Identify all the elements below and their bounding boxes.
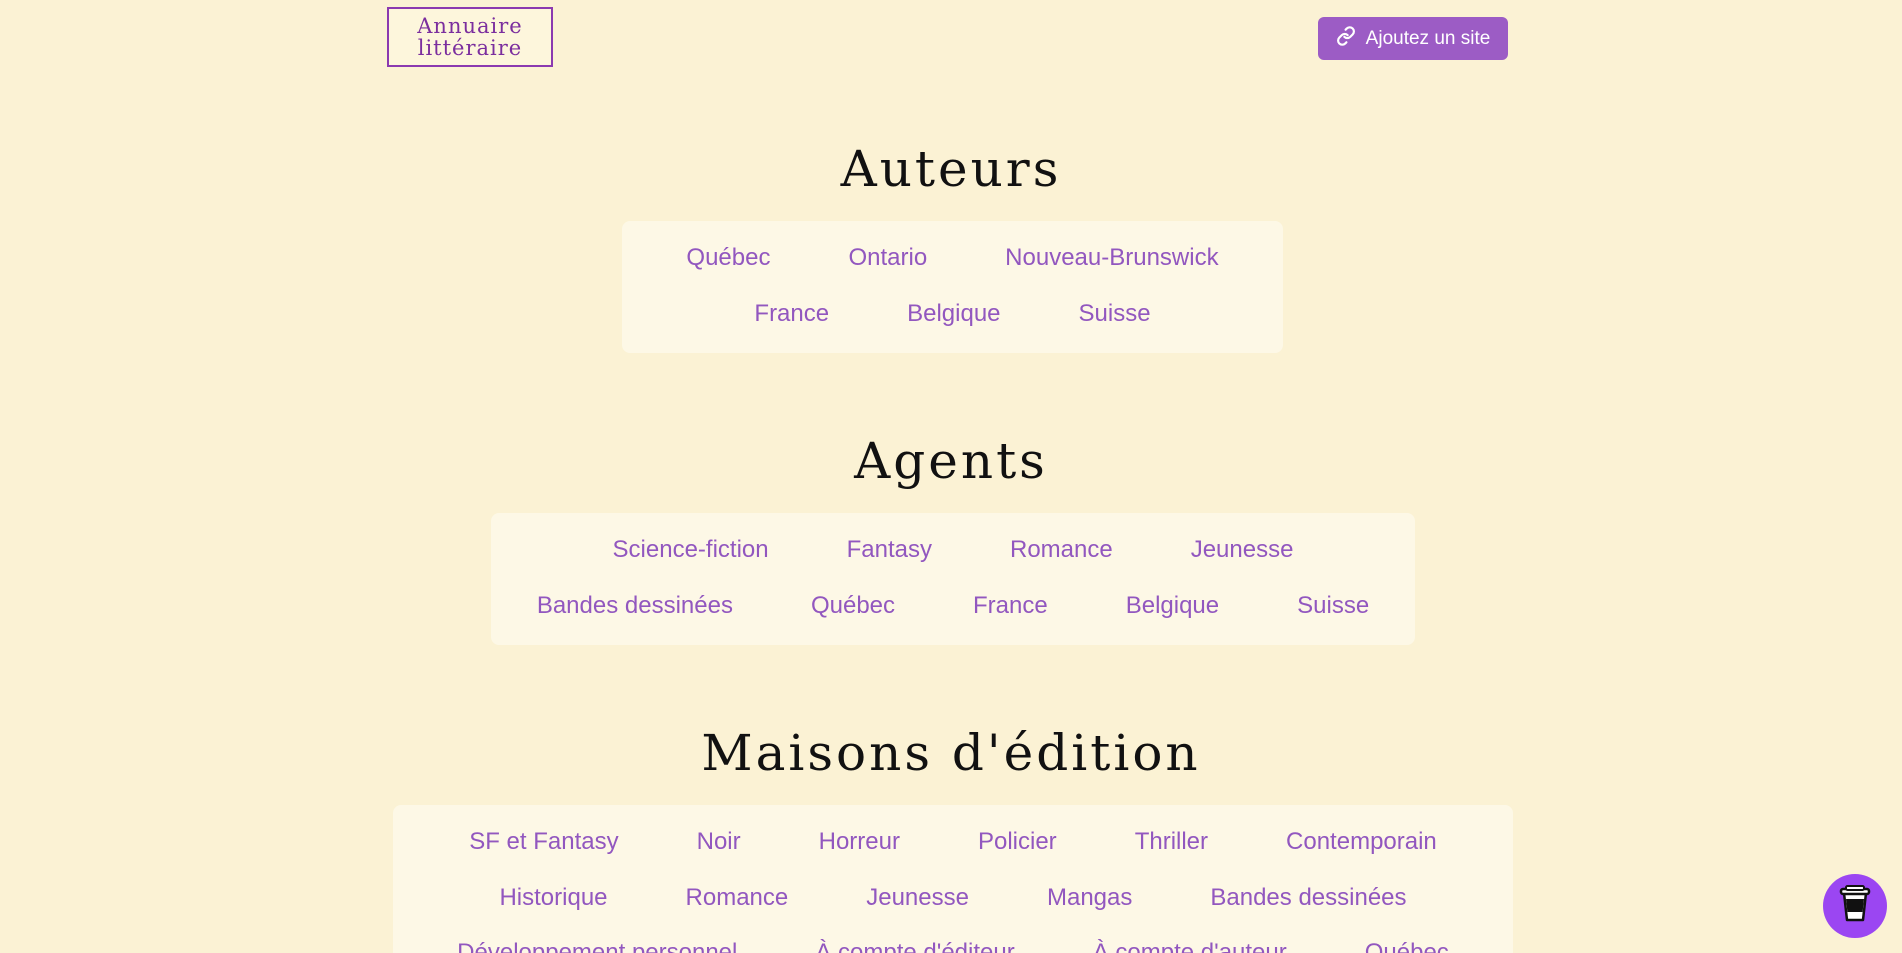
maisons-link-developpement-personnel[interactable]: Développement personnel xyxy=(457,939,737,953)
agents-row-1: Science-fiction Fantasy Romance Jeunesse xyxy=(491,536,1415,564)
maisons-link-quebec[interactable]: Québec xyxy=(1365,939,1449,953)
add-site-button[interactable]: Ajoutez un site xyxy=(1318,17,1508,60)
maisons-links-box: SF et Fantasy Noir Horreur Policier Thri… xyxy=(393,805,1513,953)
section-title-maisons: Maisons d'édition xyxy=(701,724,1201,782)
auteurs-link-nouveau-brunswick[interactable]: Nouveau-Brunswick xyxy=(1005,244,1218,272)
maisons-link-thriller[interactable]: Thriller xyxy=(1135,828,1208,856)
agents-link-fantasy[interactable]: Fantasy xyxy=(847,536,932,564)
auteurs-link-ontario[interactable]: Ontario xyxy=(848,244,927,272)
maisons-link-jeunesse[interactable]: Jeunesse xyxy=(866,884,969,912)
auteurs-row-2: France Belgique Suisse xyxy=(622,300,1283,328)
buy-me-a-coffee-button[interactable] xyxy=(1823,874,1887,938)
agents-link-suisse[interactable]: Suisse xyxy=(1297,592,1369,620)
maisons-link-compte-auteur[interactable]: À compte d'auteur xyxy=(1093,939,1287,953)
maisons-link-compte-editeur[interactable]: À compte d'éditeur xyxy=(815,939,1014,953)
maisons-link-noir[interactable]: Noir xyxy=(697,828,741,856)
auteurs-row-1: Québec Ontario Nouveau-Brunswick xyxy=(622,244,1283,272)
maisons-link-contemporain[interactable]: Contemporain xyxy=(1286,828,1437,856)
maisons-link-historique[interactable]: Historique xyxy=(499,884,607,912)
maisons-link-sf-fantasy[interactable]: SF et Fantasy xyxy=(469,828,618,856)
agents-link-science-fiction[interactable]: Science-fiction xyxy=(613,536,769,564)
agents-link-romance[interactable]: Romance xyxy=(1010,536,1113,564)
logo-line-2: littéraire xyxy=(417,36,523,60)
auteurs-link-suisse[interactable]: Suisse xyxy=(1079,300,1151,328)
agents-link-bandes-dessinees[interactable]: Bandes dessinées xyxy=(537,592,733,620)
maisons-link-mangas[interactable]: Mangas xyxy=(1047,884,1132,912)
link-icon xyxy=(1336,25,1356,52)
auteurs-links-box: Québec Ontario Nouveau-Brunswick France … xyxy=(622,221,1283,353)
maisons-row-2: Historique Romance Jeunesse Mangas Bande… xyxy=(393,884,1513,912)
section-title-auteurs: Auteurs xyxy=(840,140,1062,198)
maisons-link-policier[interactable]: Policier xyxy=(978,828,1057,856)
maisons-link-romance[interactable]: Romance xyxy=(686,884,789,912)
agents-link-quebec[interactable]: Québec xyxy=(811,592,895,620)
auteurs-link-france[interactable]: France xyxy=(754,300,829,328)
logo-line-1: Annuaire xyxy=(417,14,523,38)
section-title-agents: Agents xyxy=(854,432,1048,490)
maisons-row-3: Développement personnel À compte d'édite… xyxy=(393,939,1513,953)
maisons-row-1: SF et Fantasy Noir Horreur Policier Thri… xyxy=(393,828,1513,856)
site-logo[interactable]: Annuaire littéraire xyxy=(387,7,553,67)
maisons-link-horreur[interactable]: Horreur xyxy=(819,828,900,856)
agents-link-belgique[interactable]: Belgique xyxy=(1126,592,1219,620)
auteurs-link-quebec[interactable]: Québec xyxy=(686,244,770,272)
page: Annuaire littéraire Ajoutez un site Aute… xyxy=(0,0,1902,953)
coffee-cup-icon xyxy=(1838,885,1872,927)
agents-link-jeunesse[interactable]: Jeunesse xyxy=(1191,536,1294,564)
agents-link-france[interactable]: France xyxy=(973,592,1048,620)
add-site-label: Ajoutez un site xyxy=(1365,27,1491,49)
maisons-link-bandes-dessinees[interactable]: Bandes dessinées xyxy=(1210,884,1406,912)
agents-links-box: Science-fiction Fantasy Romance Jeunesse… xyxy=(491,513,1415,645)
agents-row-2: Bandes dessinées Québec France Belgique … xyxy=(491,592,1415,620)
auteurs-link-belgique[interactable]: Belgique xyxy=(907,300,1000,328)
